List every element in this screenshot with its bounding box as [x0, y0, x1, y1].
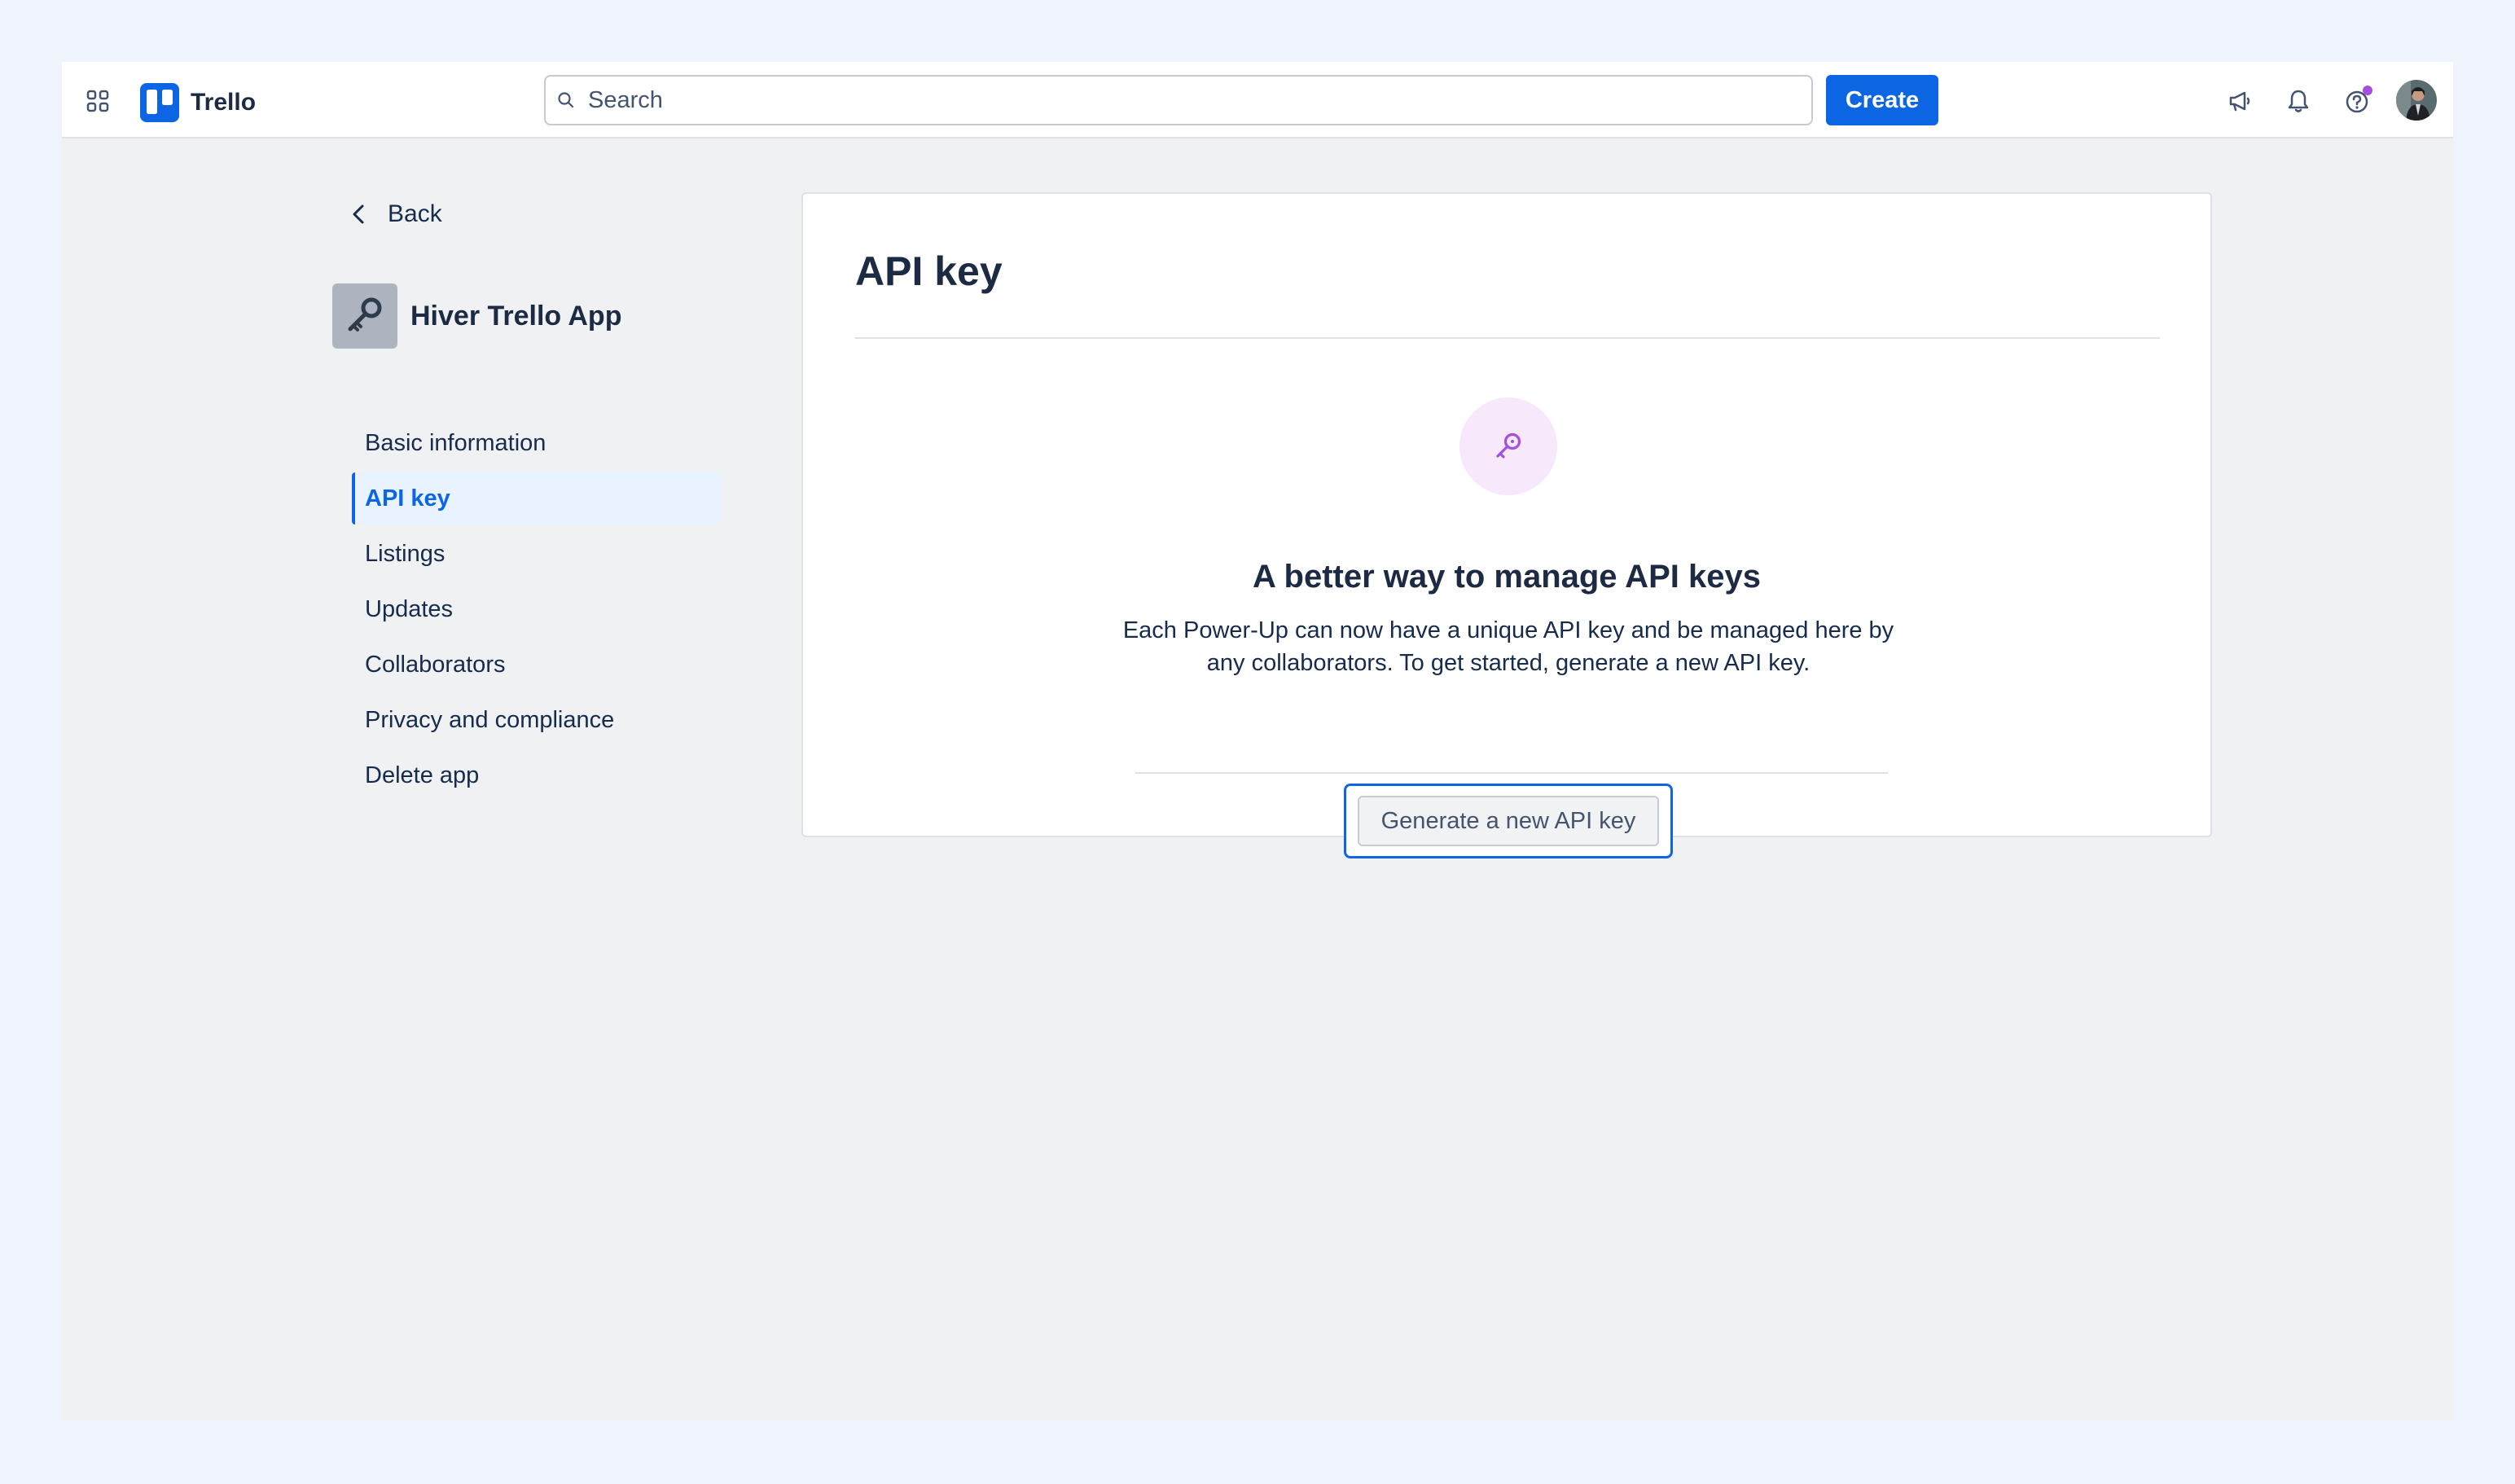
app-header: Hiver Trello App — [332, 283, 621, 349]
notification-dot — [2363, 86, 2372, 95]
nav-item-delete-app[interactable]: Delete app — [352, 749, 722, 801]
app-name: Hiver Trello App — [410, 300, 622, 331]
app-window: Trello Create — [62, 62, 2453, 1420]
page-title: API key — [855, 248, 1003, 294]
key-icon — [1459, 397, 1557, 495]
nav-item-privacy-and-compliance[interactable]: Privacy and compliance — [352, 694, 722, 746]
back-link[interactable]: Back — [347, 200, 442, 228]
search-box[interactable] — [544, 75, 1813, 125]
nav-item-listings[interactable]: Listings — [352, 528, 722, 580]
divider — [1135, 772, 1888, 774]
promo-description: Each Power-Up can now have a unique API … — [1122, 617, 1894, 676]
back-label: Back — [388, 200, 442, 227]
divider — [855, 337, 2160, 339]
nav-item-api-key[interactable]: API key — [352, 472, 722, 525]
apps-grid-icon[interactable] — [81, 85, 114, 117]
nav-item-basic-information[interactable]: Basic information — [352, 417, 722, 469]
app-key-icon — [332, 283, 397, 349]
avatar[interactable] — [2396, 80, 2437, 121]
top-navigation-bar: Trello Create — [62, 62, 2453, 138]
api-key-card: API key A better way to manage API keys … — [801, 192, 2212, 858]
search-icon — [558, 92, 574, 108]
promo-heading: A better way to manage API keys — [1253, 559, 1761, 595]
nav-item-updates[interactable]: Updates — [352, 583, 722, 635]
create-button[interactable]: Create — [1826, 75, 1938, 125]
brand-name: Trello — [191, 89, 257, 116]
bell-icon[interactable] — [2282, 85, 2315, 117]
trello-logo[interactable]: Trello — [140, 83, 256, 122]
search-input[interactable] — [586, 86, 1811, 115]
settings-nav: Basic information API key Listings Updat… — [352, 417, 722, 805]
chevron-left-icon — [353, 204, 364, 224]
megaphone-icon[interactable] — [2223, 85, 2256, 117]
trello-logo-icon — [140, 83, 179, 122]
nav-item-collaborators[interactable]: Collaborators — [352, 639, 722, 691]
generate-button-focus-ring: Generate a new API key — [1344, 784, 1673, 858]
generate-api-key-button[interactable]: Generate a new API key — [1358, 796, 1659, 846]
help-icon[interactable] — [2341, 85, 2373, 117]
